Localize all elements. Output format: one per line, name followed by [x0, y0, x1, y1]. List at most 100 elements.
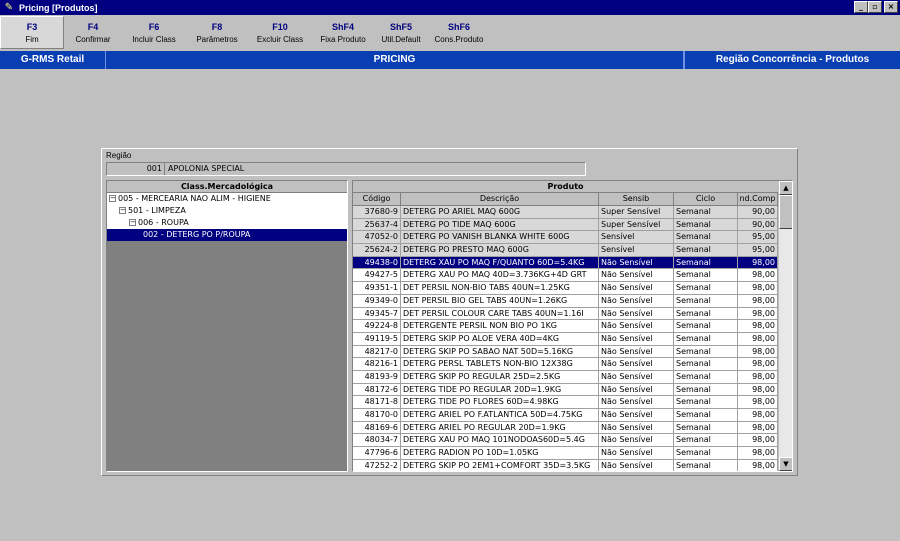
col-header-sensib[interactable]: Sensib — [599, 193, 674, 206]
regiao-label: Região — [106, 151, 132, 160]
cell-sensib: Não Sensível — [599, 320, 674, 333]
parametros-button[interactable]: F8 Parâmetros — [186, 16, 248, 49]
fim-button[interactable]: F3 Fim — [0, 16, 64, 49]
scroll-down-icon[interactable]: ▼ — [779, 457, 792, 471]
table-row[interactable]: 47796-6 DETERG RADION PO 10D=1.05KG Não Se… — [353, 447, 778, 460]
table-row[interactable]: 47052-0 DETERG PO VANISH BLANKA WHITE 600… — [353, 231, 778, 245]
util-default-button[interactable]: ShF5 Util.Default — [374, 16, 428, 49]
tree-node-label: 005 - MERCEARIA NAO ALIM - HIGIENE — [118, 194, 271, 203]
fkey-code: ShF5 — [389, 21, 412, 32]
cell-codigo: 47796-6 — [353, 447, 401, 460]
tree-node-selected[interactable]: 002 - DETERG PO P/ROUPA — [107, 229, 347, 241]
cell-comp: 98,00 — [738, 307, 778, 321]
cell-comp: 98,00 — [738, 320, 778, 333]
cell-comp: 98,00 — [738, 434, 778, 448]
cell-descricao: DETERGENTE PERSIL NON BIO PO 1KG — [401, 320, 599, 333]
product-grid[interactable]: Produto Código Descrição Sensib Ciclo nd… — [352, 180, 793, 472]
cell-descricao: DETERG TIDE PO REGULAR 20D=1.9KG — [401, 383, 599, 397]
cell-descricao: DETERG XAU PO MAQ 40D=3.736KG+4D GRT — [401, 269, 599, 283]
cell-comp: 98,00 — [738, 269, 778, 283]
fkey-label: Fixa Produto — [320, 34, 366, 44]
cell-ciclo: Semanal — [674, 244, 738, 257]
fixa-produto-button[interactable]: ShF4 Fixa Produto — [312, 16, 374, 49]
fkey-label: Confirmar — [75, 34, 111, 44]
cell-descricao: DETERG SKIP PO 2EM1+COMFORT 35D=3.5KG — [401, 459, 599, 471]
tree-node[interactable]: −006 - ROUPA — [107, 217, 347, 229]
cell-descricao: DETERG RADION PO 10D=1.05KG — [401, 447, 599, 460]
cell-codigo: 25624-2 — [353, 244, 401, 257]
fkey-code: F3 — [26, 21, 38, 32]
cell-codigo: 49438-0 — [353, 256, 401, 270]
scroll-up-icon[interactable]: ▲ — [779, 181, 792, 195]
table-row[interactable]: 48171-8 DETERG TIDE PO FLORES 60D=4.98KG N… — [353, 396, 778, 409]
cell-codigo: 48217-0 — [353, 345, 401, 359]
regiao-field[interactable]: 001 APOLONIA SPECIAL — [106, 162, 586, 176]
cell-ciclo: Semanal — [674, 332, 738, 346]
excluir-class-button[interactable]: F10 Excluir Class — [248, 16, 312, 49]
table-row[interactable]: 48034-7 DETERG XAU PO MAQ 101NODOAS60D=5.… — [353, 434, 778, 448]
cell-ciclo: Semanal — [674, 370, 738, 384]
confirmar-button[interactable]: F4 Confirmar — [64, 16, 122, 49]
table-row[interactable]: 25624-2 DETERG PO PRESTO MAQ 600G Sensível… — [353, 244, 778, 257]
table-row[interactable]: 37680-9 DETERG PO ARIEL MAQ 600G Super Sen… — [353, 206, 778, 219]
table-row[interactable]: 48169-6 DETERG ARIEL PO REGULAR 20D=1.9KG… — [353, 421, 778, 435]
cell-sensib: Super Sensível — [599, 218, 674, 232]
fkey-label: Excluir Class — [256, 34, 304, 44]
cell-comp: 95,00 — [738, 244, 778, 257]
table-row[interactable]: 48170-0 DETERG ARIEL PO F.ATLANTICA 50D=4… — [353, 409, 778, 422]
cell-ciclo: Semanal — [674, 320, 738, 333]
minimize-button[interactable]: _ — [854, 1, 868, 13]
table-row[interactable]: 48172-6 DETERG TIDE PO REGULAR 20D=1.9KG N… — [353, 383, 778, 397]
scroll-thumb[interactable] — [779, 195, 792, 229]
cell-codigo: 48172-6 — [353, 383, 401, 397]
cell-descricao: DET PERSIL BIO GEL TABS 40UN=1.26KG — [401, 294, 599, 308]
incluir-class-button[interactable]: F6 Incluir Class — [122, 16, 186, 49]
table-row[interactable]: 48217-0 DETERG SKIP PO SABAO NAT 50D=5.16… — [353, 345, 778, 359]
table-row[interactable]: 48193-9 DETERG SKIP PO REGULAR 25D=2.5KG N… — [353, 370, 778, 384]
tree-node[interactable]: −005 - MERCEARIA NAO ALIM - HIGIENE — [107, 193, 347, 205]
cell-descricao: DETERG PERSL TABLETS NON-BIO 12X38G — [401, 358, 599, 371]
cell-sensib: Não Sensível — [599, 434, 674, 448]
close-button[interactable]: × — [884, 1, 898, 13]
cons-produto-button[interactable]: ShF6 Cons.Produto — [428, 16, 490, 49]
table-row[interactable]: 49119-5 DETERG SKIP PO ALOE VERA 40D=4KG N… — [353, 332, 778, 346]
table-row[interactable]: 25637-4 DETERG PO TIDE MAQ 600G Super Sens… — [353, 218, 778, 232]
vertical-scrollbar[interactable]: ▲ ▼ — [778, 181, 792, 471]
table-row[interactable]: 49427-5 DETERG XAU PO MAQ 40D=3.736KG+4D … — [353, 269, 778, 283]
cell-sensib: Não Sensível — [599, 307, 674, 321]
cell-codigo: 49349-0 — [353, 294, 401, 308]
col-header-codigo[interactable]: Código — [353, 193, 401, 206]
class-tree[interactable]: Class.Mercadológica −005 - MERCEARIA NAO… — [106, 180, 348, 472]
cell-comp: 98,00 — [738, 383, 778, 397]
cell-descricao: DETERG PO PRESTO MAQ 600G — [401, 244, 599, 257]
table-row[interactable]: 49351-1 DET PERSIL NON-BIO TABS 40UN=1.25… — [353, 282, 778, 295]
table-row[interactable]: 49224-8 DETERGENTE PERSIL NON BIO PO 1KG N… — [353, 320, 778, 333]
col-header-descricao[interactable]: Descrição — [401, 193, 599, 206]
collapse-icon[interactable]: − — [129, 219, 136, 226]
cell-codigo: 49345-7 — [353, 307, 401, 321]
cell-ciclo: Semanal — [674, 218, 738, 232]
cell-codigo: 48193-9 — [353, 370, 401, 384]
fkey-code: F6 — [148, 21, 160, 32]
regiao-name: APOLONIA SPECIAL — [168, 164, 245, 173]
cell-comp: 98,00 — [738, 358, 778, 371]
tree-node-label: 006 - ROUPA — [138, 218, 189, 227]
table-row[interactable]: 47252-2 DETERG SKIP PO 2EM1+COMFORT 35D=3… — [353, 459, 778, 471]
col-header-ciclo[interactable]: Ciclo — [674, 193, 738, 206]
table-row[interactable]: 49345-7 DET PERSIL COLOUR CARE TABS 40UN=… — [353, 307, 778, 321]
collapse-icon[interactable]: − — [119, 207, 126, 214]
col-header-comp[interactable]: nd.Comp — [738, 193, 778, 206]
maximize-button[interactable]: ▫ — [868, 1, 882, 13]
cell-ciclo: Semanal — [674, 206, 738, 219]
table-row[interactable]: 48216-1 DETERG PERSL TABLETS NON-BIO 12X3… — [353, 358, 778, 371]
cell-descricao: DETERG ARIEL PO F.ATLANTICA 50D=4.75KG — [401, 409, 599, 422]
cell-codigo: 25637-4 — [353, 218, 401, 232]
table-row-selected[interactable]: 49438-0 DETERG XAU PO MAQ F/QUANTO 60D=5.… — [353, 256, 778, 270]
collapse-icon[interactable]: − — [109, 195, 116, 202]
cell-ciclo: Semanal — [674, 409, 738, 422]
cell-comp: 98,00 — [738, 396, 778, 409]
tree-node[interactable]: −501 - LIMPEZA — [107, 205, 347, 217]
table-row[interactable]: 49349-0 DET PERSIL BIO GEL TABS 40UN=1.26… — [353, 294, 778, 308]
window-controls: _ ▫ × — [854, 1, 898, 13]
tree-node-label: 501 - LIMPEZA — [128, 206, 186, 215]
